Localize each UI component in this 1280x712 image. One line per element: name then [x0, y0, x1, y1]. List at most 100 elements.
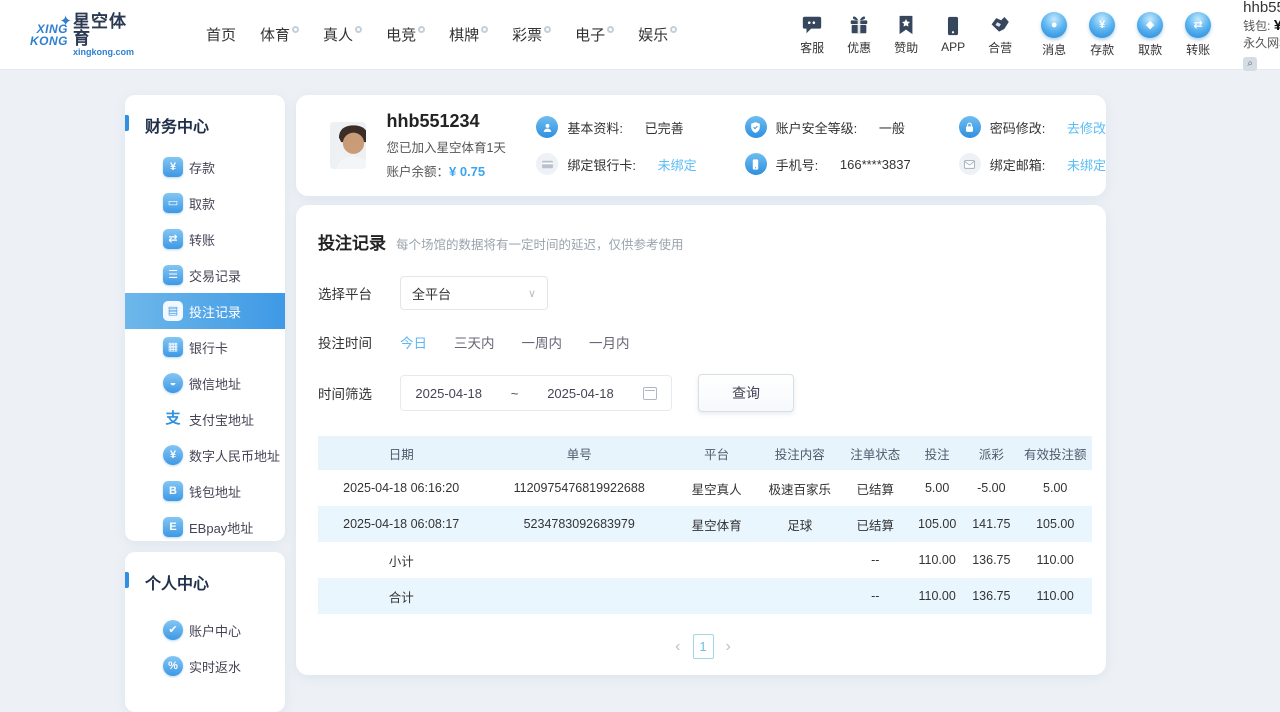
- profile-balance: 账户余额：¥ 0.75: [386, 161, 518, 180]
- brand-domain: xingkong.com: [73, 47, 134, 57]
- lock-icon: [959, 116, 981, 138]
- platform-select[interactable]: 全平台 ∨: [400, 276, 548, 310]
- user-icon: [536, 116, 558, 138]
- badge-star-icon: [895, 14, 917, 36]
- bank-card-icon: [536, 153, 558, 175]
- profile-basic-info: 基本资料: 已完善: [536, 116, 696, 138]
- dropdown-dot-icon: [544, 26, 551, 33]
- betting-records-card: 投注记录 每个场馆的数据将有一定时间的延迟，仅供参考使用 选择平台 全平台 ∨ …: [296, 205, 1106, 675]
- nav-chess[interactable]: 棋牌: [449, 24, 488, 45]
- withdraw-icon: ▭: [163, 193, 183, 213]
- alipay-icon: 支: [163, 409, 183, 429]
- ebpay-icon: E: [163, 517, 183, 537]
- affiliate-button[interactable]: 合营: [983, 14, 1017, 56]
- time-filter-3days[interactable]: 三天内: [454, 332, 495, 352]
- profile-password-change: 密码修改: 去修改: [959, 116, 1106, 138]
- nav-lottery[interactable]: 彩票: [512, 24, 551, 45]
- col-bet-content: 投注内容: [759, 436, 840, 470]
- site-search-icon[interactable]: ⌕: [1243, 57, 1257, 71]
- table-total-row: 合计 -- 110.00 136.75 110.00: [318, 578, 1092, 614]
- sidebar-item-account-center[interactable]: ✔ 账户中心: [125, 612, 285, 648]
- time-filter-month[interactable]: 一月内: [589, 332, 630, 352]
- withdraw-orb-icon: ◆: [1137, 12, 1163, 38]
- time-filter-week[interactable]: 一周内: [522, 332, 563, 352]
- brand-logo[interactable]: ✦ XING KONG 星空体育 xingkong.com: [30, 13, 134, 57]
- nav-slots[interactable]: 电子: [575, 24, 614, 45]
- bind-email-link[interactable]: 未绑定: [1067, 155, 1106, 174]
- sidebar-personal-card: 个人中心 ✔ 账户中心 % 实时返水: [125, 552, 285, 712]
- col-bet-amount: 投注: [910, 436, 964, 470]
- toolbar-dark: 客服 优惠 赞助 APP 合营: [795, 14, 1017, 56]
- digital-rmb-icon: ¥: [163, 445, 183, 465]
- dropdown-dot-icon: [292, 26, 299, 33]
- sidebar-item-bank-card[interactable]: ▦ 银行卡: [125, 329, 285, 365]
- gift-icon: [848, 14, 870, 36]
- wallet-row: 钱包: ¥0.75: [1243, 17, 1280, 35]
- profile-phone: 手机号: 166****3837: [745, 153, 911, 175]
- transfer-button[interactable]: ⇄ 转账: [1181, 12, 1215, 58]
- username: hhb551234: [1243, 0, 1280, 16]
- page-number-1[interactable]: 1: [693, 634, 714, 659]
- sidebar-item-realtime-rebate[interactable]: % 实时返水: [125, 648, 285, 684]
- sidebar-item-digital-rmb-address[interactable]: ¥ 数字人民币地址: [125, 437, 285, 473]
- table-header-row: 日期 单号 平台 投注内容 注单状态 投注 派彩 有效投注额: [318, 436, 1092, 470]
- sidebar-item-transaction-records[interactable]: ☰ 交易记录: [125, 257, 285, 293]
- date-from[interactable]: 2025-04-18: [415, 386, 482, 401]
- table-subtotal-row: 小计 -- 110.00 136.75 110.00: [318, 542, 1092, 578]
- sidebar-item-ebpay-address[interactable]: E EBpay地址: [125, 509, 285, 541]
- page-title: 投注记录: [318, 229, 386, 254]
- profile-bank-card-binding: 绑定银行卡: 未绑定: [536, 153, 696, 175]
- profile-joined-text: 您已加入星空体育1天: [386, 137, 518, 156]
- mail-icon: [959, 153, 981, 175]
- sidebar-item-betting-records[interactable]: ▤ 投注记录: [125, 293, 285, 329]
- col-date: 日期: [318, 436, 484, 470]
- sidebar-item-wechat-address[interactable]: ◒ 微信地址: [125, 365, 285, 401]
- rebate-icon: %: [163, 656, 183, 676]
- balance-value: ¥ 0.75: [449, 164, 485, 179]
- status-badge: 已结算: [840, 470, 910, 506]
- nav-sports[interactable]: 体育: [260, 24, 299, 45]
- profile-avatar: [330, 122, 366, 169]
- pagination: ‹ 1 ›: [318, 634, 1088, 659]
- nav-home[interactable]: 首页: [206, 24, 236, 45]
- time-filter-today[interactable]: 今日: [400, 332, 427, 352]
- deposit-button[interactable]: ¥ 存款: [1085, 12, 1119, 58]
- change-password-link[interactable]: 去修改: [1067, 118, 1106, 137]
- bind-bank-card-link[interactable]: 未绑定: [658, 155, 697, 174]
- sidebar-item-wallet-address[interactable]: B 钱包地址: [125, 473, 285, 509]
- sponsor-button[interactable]: 赞助: [889, 14, 923, 56]
- chevron-down-icon: ∨: [528, 287, 536, 300]
- customer-service-button[interactable]: 客服: [795, 14, 829, 56]
- logo-text-bottom: KONG: [30, 35, 68, 47]
- prev-page-button[interactable]: ‹: [675, 638, 680, 656]
- message-orb-icon: ●: [1041, 12, 1067, 38]
- sidebar-item-transfer[interactable]: ⇄ 转账: [125, 221, 285, 257]
- nav-live[interactable]: 真人: [323, 24, 362, 45]
- user-panel: hhb551234 VIP0 钱包: ¥0.75 永久网址: xingkong.…: [1243, 0, 1280, 71]
- handshake-icon: [989, 14, 1011, 36]
- date-to[interactable]: 2025-04-18: [547, 386, 614, 401]
- bet-time-label: 投注时间: [318, 332, 378, 352]
- promotions-button[interactable]: 优惠: [842, 14, 876, 56]
- shield-icon: [745, 116, 767, 138]
- col-valid-bet: 有效投注额: [1018, 436, 1092, 470]
- query-button[interactable]: 查询: [698, 374, 794, 412]
- phone-icon: [942, 15, 964, 37]
- app-download-button[interactable]: APP: [936, 15, 970, 54]
- date-filter-label: 时间筛选: [318, 383, 378, 403]
- messages-button[interactable]: ● 消息: [1037, 12, 1071, 58]
- profile-username: hhb551234: [386, 111, 518, 132]
- bank-card-icon: ▦: [163, 337, 183, 357]
- sidebar-item-alipay-address[interactable]: 支 支付宝地址: [125, 401, 285, 437]
- sidebar-item-deposit[interactable]: ¥ 存款: [125, 149, 285, 185]
- date-range-picker[interactable]: 2025-04-18 ~ 2025-04-18: [400, 375, 672, 411]
- next-page-button[interactable]: ›: [726, 638, 731, 656]
- sidebar-item-withdraw[interactable]: ▭ 取款: [125, 185, 285, 221]
- withdraw-button[interactable]: ◆ 取款: [1133, 12, 1167, 58]
- col-order-number: 单号: [484, 436, 674, 470]
- transfer-icon: ⇄: [163, 229, 183, 249]
- nav-esports[interactable]: 电竞: [386, 24, 425, 45]
- transfer-orb-icon: ⇄: [1185, 12, 1211, 38]
- col-payout: 派彩: [964, 436, 1018, 470]
- nav-entertainment[interactable]: 娱乐: [638, 24, 677, 45]
